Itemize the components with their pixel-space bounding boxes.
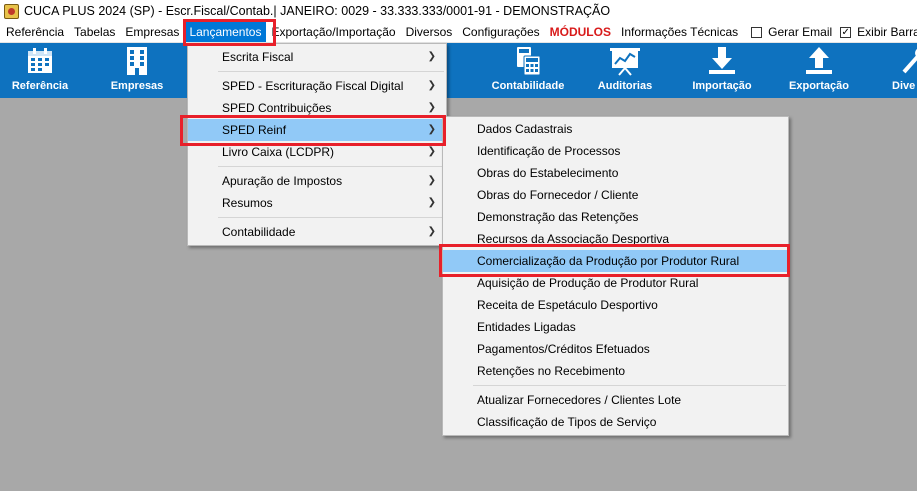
toolbar-button-importacao[interactable]: Importação xyxy=(676,43,768,98)
menu-item-label: Resumos xyxy=(222,196,273,210)
toolbar-label-diversos: Dive xyxy=(892,80,916,92)
menu-item-label: Apuração de Impostos xyxy=(222,174,343,188)
menu-item-label: SPED Reinf xyxy=(222,123,287,137)
exibir-barra-check-box[interactable]: ✓ xyxy=(840,26,852,38)
title-bar: CUCA PLUS 2024 (SP) - Escr.Fiscal/Contab… xyxy=(0,0,917,22)
submenu-item-classificacao-servico[interactable]: Classificação de Tipos de Serviço xyxy=(443,411,788,433)
menu-item-apuracao-impostos[interactable]: Apuração de Impostos ❯ xyxy=(188,170,446,192)
chevron-right-icon: ❯ xyxy=(427,146,436,157)
menu-tabelas[interactable]: Tabelas xyxy=(69,22,120,42)
sped-reinf-submenu: Dados Cadastrais Identificação de Proces… xyxy=(442,116,789,436)
gerar-email-label: Gerar Email xyxy=(768,25,833,39)
toolbar-label-exportacao: Exportação xyxy=(789,80,849,92)
menu-item-label: SPED Contribuições xyxy=(222,101,332,115)
exibir-barra-checkbox[interactable]: ✓ Exibir Barra xyxy=(840,25,917,39)
submenu-item-demonstracao-retencoes[interactable]: Demonstração das Retenções xyxy=(443,206,788,228)
toolbar-button-exportacao[interactable]: Exportação xyxy=(773,43,865,98)
chevron-right-icon: ❯ xyxy=(427,51,436,62)
toolbar-label-importacao: Importação xyxy=(692,80,752,92)
submenu-item-aquisicao-producao[interactable]: Aquisição de Produção de Produtor Rural xyxy=(443,272,788,294)
chevron-right-icon: ❯ xyxy=(427,175,436,186)
toolbar-button-auditorias[interactable]: Auditorias xyxy=(579,43,671,98)
chevron-right-icon: ❯ xyxy=(427,102,436,113)
submenu-item-entidades-ligadas[interactable]: Entidades Ligadas xyxy=(443,316,788,338)
submenu-item-comercializacao-producao[interactable]: Comercialização da Produção por Produtor… xyxy=(443,250,788,272)
menu-separator xyxy=(218,217,444,218)
submenu-item-recursos-associacao[interactable]: Recursos da Associação Desportiva xyxy=(443,228,788,250)
menu-item-label: SPED - Escrituração Fiscal Digital xyxy=(222,79,404,93)
toolbar-label-empresas: Empresas xyxy=(110,80,164,92)
calendar-icon xyxy=(26,43,54,79)
toolbar: Referência Empresas Contabilidade Audito… xyxy=(0,43,917,98)
menu-item-escrita-fiscal[interactable]: Escrita Fiscal ❯ xyxy=(188,46,446,68)
toolbar-label-referencia: Referência xyxy=(11,80,69,92)
submenu-item-atualizar-fornecedores[interactable]: Atualizar Fornecedores / Clientes Lote xyxy=(443,389,788,411)
menu-item-contabilidade[interactable]: Contabilidade ❯ xyxy=(188,221,446,243)
menu-empresas[interactable]: Empresas xyxy=(120,22,184,42)
menu-modulos[interactable]: MÓDULOS xyxy=(545,22,616,42)
toolbar-label-auditorias: Auditorias xyxy=(597,80,653,92)
menu-item-livro-caixa[interactable]: Livro Caixa (LCDPR) ❯ xyxy=(188,141,446,163)
menu-exportacao-importacao[interactable]: Exportação/Importação xyxy=(266,22,400,42)
submenu-item-dados-cadastrais[interactable]: Dados Cadastrais xyxy=(443,118,788,140)
window-title: CUCA PLUS 2024 (SP) - Escr.Fiscal/Contab… xyxy=(24,4,611,18)
chevron-right-icon: ❯ xyxy=(427,197,436,208)
download-icon xyxy=(707,43,737,79)
menu-separator xyxy=(218,166,444,167)
menu-item-sped-efd[interactable]: SPED - Escrituração Fiscal Digital ❯ xyxy=(188,75,446,97)
lancamentos-dropdown: Escrita Fiscal ❯ SPED - Escrituração Fis… xyxy=(187,43,447,246)
submenu-item-retencoes-recebimento[interactable]: Retenções no Recebimento xyxy=(443,360,788,382)
chevron-right-icon: ❯ xyxy=(427,124,436,135)
submenu-item-obras-fornecedor-cliente[interactable]: Obras do Fornecedor / Cliente xyxy=(443,184,788,206)
chevron-right-icon: ❯ xyxy=(427,80,436,91)
menu-item-sped-contribuicoes[interactable]: SPED Contribuições ❯ xyxy=(188,97,446,119)
menu-separator xyxy=(473,385,786,386)
menu-configuracoes[interactable]: Configurações xyxy=(457,22,544,42)
menu-separator xyxy=(218,71,444,72)
menu-informacoes-tecnicas[interactable]: Informações Técnicas xyxy=(616,22,743,42)
menu-item-sped-reinf[interactable]: SPED Reinf ❯ xyxy=(188,119,446,141)
toolbar-button-diversos[interactable]: Dive xyxy=(862,43,917,98)
menu-lancamentos[interactable]: Lançamentos xyxy=(184,22,267,42)
building-icon xyxy=(125,43,149,79)
chevron-right-icon: ❯ xyxy=(427,226,436,237)
toolbar-button-referencia[interactable]: Referência xyxy=(0,43,86,98)
exibir-barra-label: Exibir Barra xyxy=(857,25,917,39)
presentation-chart-icon xyxy=(609,43,641,79)
submenu-item-obras-estabelecimento[interactable]: Obras do Estabelecimento xyxy=(443,162,788,184)
toolbar-button-contabilidade[interactable]: Contabilidade xyxy=(482,43,574,98)
menu-bar: Referência Tabelas Empresas Lançamentos … xyxy=(0,22,917,43)
gerar-email-check-box[interactable] xyxy=(751,26,763,38)
menu-item-label: Escrita Fiscal xyxy=(222,50,294,64)
menu-referencia[interactable]: Referência xyxy=(0,22,69,42)
submenu-item-identificacao-processos[interactable]: Identificação de Processos xyxy=(443,140,788,162)
calculator-icon xyxy=(514,43,542,79)
submenu-item-receita-espetaculo[interactable]: Receita de Espetáculo Desportivo xyxy=(443,294,788,316)
toolbar-button-empresas[interactable]: Empresas xyxy=(91,43,183,98)
menu-item-label: Contabilidade xyxy=(222,225,296,239)
gerar-email-checkbox[interactable]: Gerar Email xyxy=(751,25,832,39)
toolbar-label-contabilidade: Contabilidade xyxy=(491,80,565,92)
submenu-item-pagamentos-creditos[interactable]: Pagamentos/Créditos Efetuados xyxy=(443,338,788,360)
app-logo-icon xyxy=(4,3,19,19)
menu-item-label: Livro Caixa (LCDPR) xyxy=(222,145,335,159)
tools-icon xyxy=(862,43,917,79)
menu-diversos[interactable]: Diversos xyxy=(401,22,458,42)
menu-item-resumos[interactable]: Resumos ❯ xyxy=(188,192,446,214)
upload-icon xyxy=(804,43,834,79)
